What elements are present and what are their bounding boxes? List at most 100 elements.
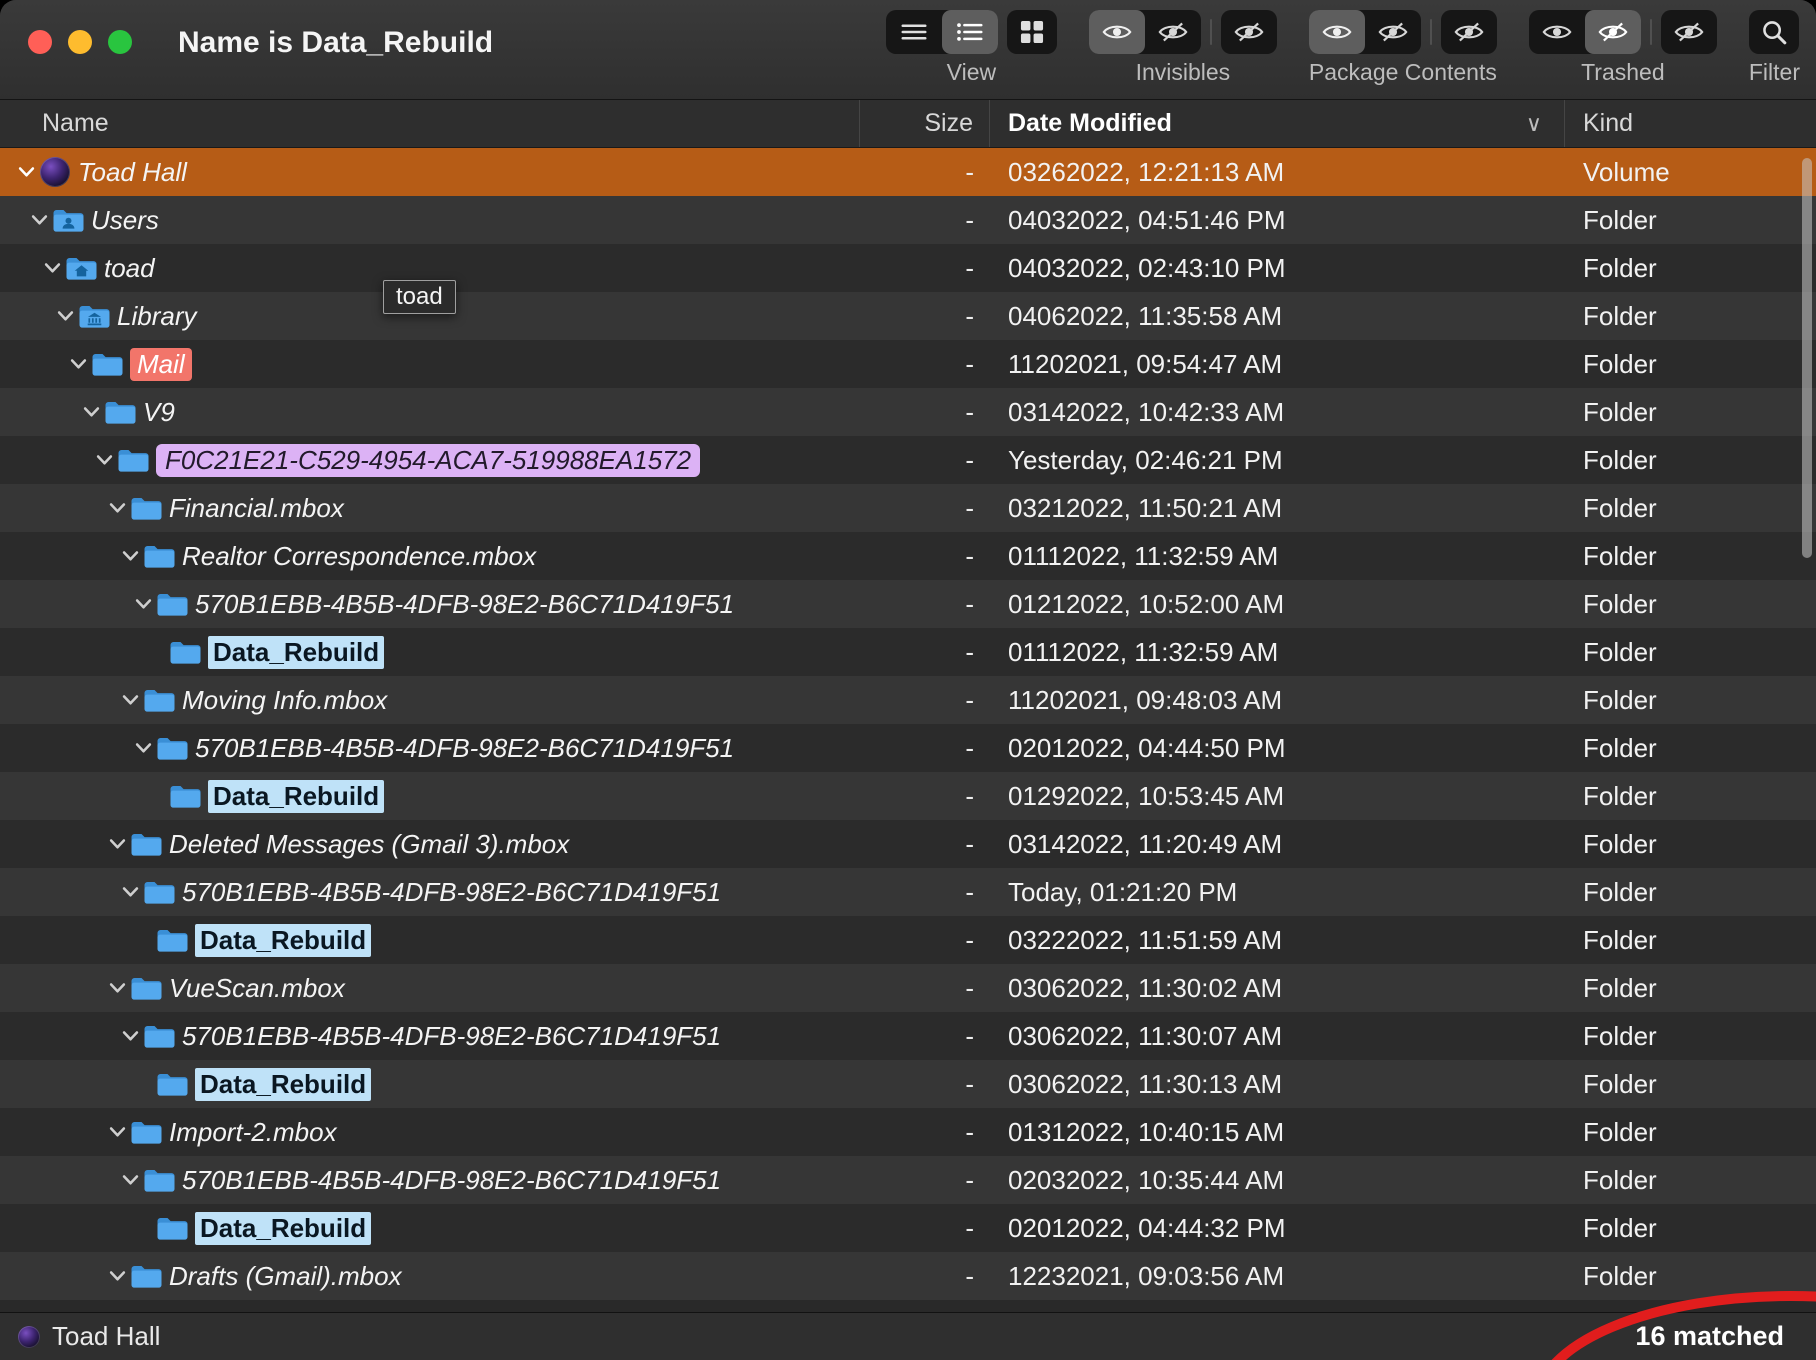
file-row[interactable]: Deleted Messages (Gmail 3).mbox - 031420… — [0, 820, 1816, 868]
date-modified-cell: 12232021, 09:03:56 AM — [1008, 1260, 1285, 1291]
name-cell: Data_Rebuild — [0, 1067, 860, 1101]
kind-cell: Volume — [1583, 156, 1670, 187]
kind-cell: Folder — [1583, 732, 1657, 763]
trashed-only-button[interactable] — [1661, 10, 1717, 54]
size-cell: - — [965, 156, 974, 187]
file-row[interactable]: 570B1EBB-4B5B-4DFB-98E2-B6C71D419F51 - 0… — [0, 580, 1816, 628]
disclosure-chevron-icon[interactable] — [40, 262, 64, 274]
file-name: V9 — [143, 396, 175, 427]
package-contents-hide-button[interactable] — [1365, 10, 1421, 54]
file-row[interactable]: Drafts (Gmail).mbox - 12232021, 09:03:56… — [0, 1252, 1816, 1300]
file-row[interactable]: Library - 04062022, 11:35:58 AM Folder — [0, 292, 1816, 340]
disclosure-chevron-icon[interactable] — [105, 838, 129, 850]
kind-cell: Folder — [1583, 588, 1657, 619]
disclosure-chevron-icon[interactable] — [92, 454, 116, 466]
file-row[interactable]: Import-2.mbox - 01312022, 10:40:15 AM Fo… — [0, 1108, 1816, 1156]
status-bar: Toad Hall 16 matched — [0, 1312, 1816, 1360]
file-row[interactable]: Financial.mbox - 03212022, 11:50:21 AM F… — [0, 484, 1816, 532]
invisibles-only-button[interactable] — [1221, 10, 1277, 54]
file-row[interactable]: Data_Rebuild - 02012022, 04:44:32 PM Fol… — [0, 1204, 1816, 1252]
file-row[interactable]: VueScan.mbox - 03062022, 11:30:02 AM Fol… — [0, 964, 1816, 1012]
file-row[interactable]: 570B1EBB-4B5B-4DFB-98E2-B6C71D419F51 - 0… — [0, 1156, 1816, 1204]
trashed-show-button[interactable] — [1529, 10, 1585, 54]
disclosure-chevron-icon[interactable] — [14, 166, 38, 178]
file-name: Library — [117, 300, 197, 331]
disclosure-chevron-icon[interactable] — [118, 1030, 142, 1042]
view-list-button[interactable] — [886, 10, 942, 54]
column-header-size[interactable]: Size — [860, 100, 990, 147]
disclosure-chevron-icon[interactable] — [131, 742, 155, 754]
name-cell: Toad Hall — [0, 157, 860, 188]
date-modified-cell: 02012022, 04:44:50 PM — [1008, 732, 1286, 763]
file-row[interactable]: 570B1EBB-4B5B-4DFB-98E2-B6C71D419F51 - 0… — [0, 724, 1816, 772]
name-cell: Moving Info.mbox — [0, 685, 860, 716]
file-row[interactable]: Moving Info.mbox - 11202021, 09:48:03 AM… — [0, 676, 1816, 724]
column-header-kind[interactable]: Kind — [1565, 100, 1816, 147]
size-cell: - — [965, 300, 974, 331]
disclosure-chevron-icon[interactable] — [105, 1270, 129, 1282]
disclosure-chevron-icon[interactable] — [27, 214, 51, 226]
minimize-button[interactable] — [68, 30, 92, 54]
file-row[interactable]: Data_Rebuild - 01292022, 10:53:45 AM Fol… — [0, 772, 1816, 820]
folder-icon — [142, 543, 176, 569]
window-title: Name is Data_Rebuild — [178, 26, 494, 59]
invisibles-hide-button[interactable] — [1145, 10, 1201, 54]
volume-icon — [18, 1325, 40, 1348]
eye-icon — [1322, 25, 1352, 39]
disclosure-chevron-icon[interactable] — [53, 310, 77, 322]
folder-icon — [129, 495, 163, 521]
close-button[interactable] — [28, 30, 52, 54]
status-location: Toad Hall — [18, 1321, 160, 1352]
package-contents-show-button[interactable] — [1308, 10, 1365, 54]
file-row[interactable]: 570B1EBB-4B5B-4DFB-98E2-B6C71D419F51 - T… — [0, 868, 1816, 916]
toolbar-label-view: View — [946, 59, 997, 85]
disclosure-chevron-icon[interactable] — [105, 502, 129, 514]
date-modified-cell: 01312022, 10:40:15 AM — [1008, 1116, 1285, 1147]
column-header-name[interactable]: Name — [0, 100, 860, 147]
file-row[interactable]: Data_Rebuild - 03222022, 11:51:59 AM Fol… — [0, 916, 1816, 964]
file-row[interactable]: Users - 04032022, 04:51:46 PM Folder — [0, 196, 1816, 244]
disclosure-chevron-icon[interactable] — [66, 358, 90, 370]
disclosure-chevron-icon[interactable] — [118, 694, 142, 706]
size-cell: - — [965, 588, 974, 619]
file-row[interactable]: Toad Hall - 03262022, 12:21:13 AM Volume — [0, 148, 1816, 196]
file-row[interactable]: Mail - 11202021, 09:54:47 AM Folder — [0, 340, 1816, 388]
view-detail-list-button[interactable] — [941, 10, 998, 54]
file-row[interactable]: 570B1EBB-4B5B-4DFB-98E2-B6C71D419F51 - 0… — [0, 1012, 1816, 1060]
file-row[interactable]: Realtor Correspondence.mbox - 01112022, … — [0, 532, 1816, 580]
column-header-date-modified[interactable]: Date Modified ∨ — [990, 100, 1565, 147]
file-row[interactable]: V9 - 03142022, 10:42:33 AM Folder — [0, 388, 1816, 436]
disclosure-chevron-icon[interactable] — [118, 1174, 142, 1186]
disclosure-chevron-icon[interactable] — [118, 550, 142, 562]
disclosure-chevron-icon[interactable] — [105, 1126, 129, 1138]
invisibles-show-button[interactable] — [1088, 10, 1145, 54]
disclosure-chevron-icon[interactable] — [118, 886, 142, 898]
magnifier-icon — [1763, 21, 1787, 45]
date-modified-cell: 01292022, 10:53:45 AM — [1008, 780, 1285, 811]
package-contents-only-button[interactable] — [1441, 10, 1497, 54]
disclosure-chevron-icon[interactable] — [79, 406, 103, 418]
zoom-button[interactable] — [108, 30, 132, 54]
file-row[interactable]: F0C21E21-C529-4954-ACA7-519988EA1572 - Y… — [0, 436, 1816, 484]
file-row[interactable]: Data_Rebuild - 03062022, 11:30:13 AM Fol… — [0, 1060, 1816, 1108]
file-row[interactable]: toad - 04032022, 02:43:10 PM Folder — [0, 244, 1816, 292]
filter-button[interactable] — [1749, 10, 1799, 54]
size-cell: - — [965, 252, 974, 283]
file-name: Mail — [130, 347, 192, 381]
file-row[interactable]: Data_Rebuild - 01112022, 11:32:59 AM Fol… — [0, 628, 1816, 676]
file-name: Toad Hall — [78, 156, 187, 187]
scrollbar-thumb[interactable] — [1802, 158, 1812, 558]
disclosure-chevron-icon[interactable] — [131, 598, 155, 610]
size-cell: - — [965, 348, 974, 379]
disclosure-chevron-icon[interactable] — [105, 982, 129, 994]
file-name: VueScan.mbox — [169, 972, 345, 1003]
trashed-hide-button[interactable] — [1584, 10, 1641, 54]
date-modified-cell: 03142022, 10:42:33 AM — [1008, 396, 1285, 427]
kind-cell: Folder — [1583, 540, 1657, 571]
kind-cell: Folder — [1583, 1212, 1657, 1243]
view-grid-button[interactable] — [1007, 10, 1057, 54]
folder-icon — [155, 735, 189, 761]
